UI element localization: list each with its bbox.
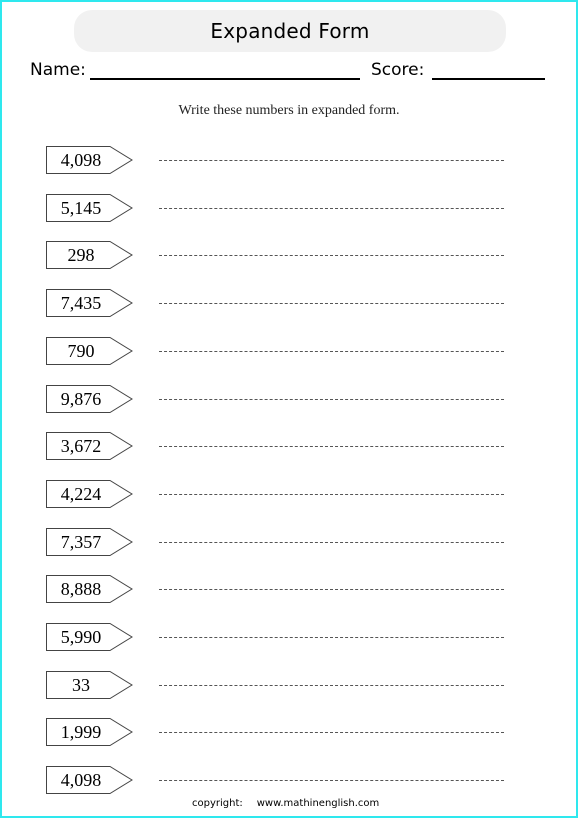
problem-number: 5,145 [60, 197, 102, 218]
problem-row: 7,357 [46, 527, 516, 556]
problem-row: 33 [46, 670, 516, 699]
number-tag: 8,888 [46, 575, 134, 604]
score-field[interactable] [432, 78, 545, 80]
number-tag: 7,435 [46, 289, 134, 318]
problem-row: 5,145 [46, 193, 516, 222]
number-tag: 298 [46, 241, 134, 270]
page-title: Expanded Form [210, 19, 370, 43]
problem-number: 8,888 [60, 579, 102, 600]
number-tag: 5,145 [46, 193, 134, 222]
number-tag: 3,672 [46, 432, 134, 461]
problem-row: 1,999 [46, 718, 516, 747]
answer-line[interactable] [159, 493, 504, 495]
problem-number: 4,098 [60, 770, 102, 791]
problem-number: 298 [67, 245, 95, 266]
problem-row: 4,098 [46, 146, 516, 174]
name-label: Name: [30, 60, 86, 80]
number-tag: 4,098 [46, 766, 134, 795]
copyright-url: www.mathinenglish.com [256, 798, 380, 809]
problem-row: 9,876 [46, 384, 516, 413]
answer-line[interactable] [159, 255, 504, 257]
problem-row: 4,098 [46, 766, 516, 795]
answer-line[interactable] [159, 160, 504, 161]
answer-line[interactable] [159, 446, 504, 448]
problem-row: 3,672 [46, 432, 516, 461]
problem-number: 9,876 [60, 388, 102, 409]
number-tag: 5,990 [46, 623, 134, 651]
problem-number: 33 [72, 674, 90, 695]
title-banner: Expanded Form [74, 10, 506, 52]
answer-line[interactable] [159, 350, 504, 352]
problem-number: 3,672 [60, 436, 102, 457]
number-tag: 790 [46, 336, 134, 365]
answer-line[interactable] [159, 303, 504, 305]
instructions: Write these numbers in expanded form. [178, 103, 400, 118]
number-tag: 4,224 [46, 479, 134, 508]
problem-number: 7,357 [60, 531, 102, 552]
problem-number: 4,098 [60, 150, 102, 170]
number-tag: 1,999 [46, 718, 134, 747]
answer-line[interactable] [159, 637, 504, 638]
name-field[interactable] [90, 78, 360, 80]
number-tag: 4,098 [46, 146, 134, 174]
problem-row: 7,435 [46, 289, 516, 318]
answer-line[interactable] [159, 398, 504, 400]
problem-row: 5,990 [46, 623, 516, 651]
answer-line[interactable] [159, 589, 504, 591]
problem-number: 4,224 [60, 483, 102, 504]
problem-number: 5,990 [60, 627, 102, 647]
answer-line[interactable] [159, 207, 504, 209]
number-tag: 33 [46, 670, 134, 699]
problem-row: 4,224 [46, 479, 516, 508]
answer-line[interactable] [159, 780, 504, 782]
answer-line[interactable] [159, 541, 504, 543]
answer-line[interactable] [159, 732, 504, 734]
problem-number: 1,999 [60, 722, 102, 743]
problem-number: 790 [67, 340, 95, 361]
answer-line[interactable] [159, 684, 504, 686]
footer: copyright: www.mathinenglish.com [192, 798, 379, 809]
number-tag: 7,357 [46, 527, 134, 556]
copyright-label: copyright: [192, 798, 243, 809]
problem-number: 7,435 [60, 293, 102, 314]
problem-row: 8,888 [46, 575, 516, 604]
problem-row: 790 [46, 336, 516, 365]
number-tag: 9,876 [46, 384, 134, 413]
score-label: Score: [371, 60, 425, 80]
problem-row: 298 [46, 241, 516, 270]
